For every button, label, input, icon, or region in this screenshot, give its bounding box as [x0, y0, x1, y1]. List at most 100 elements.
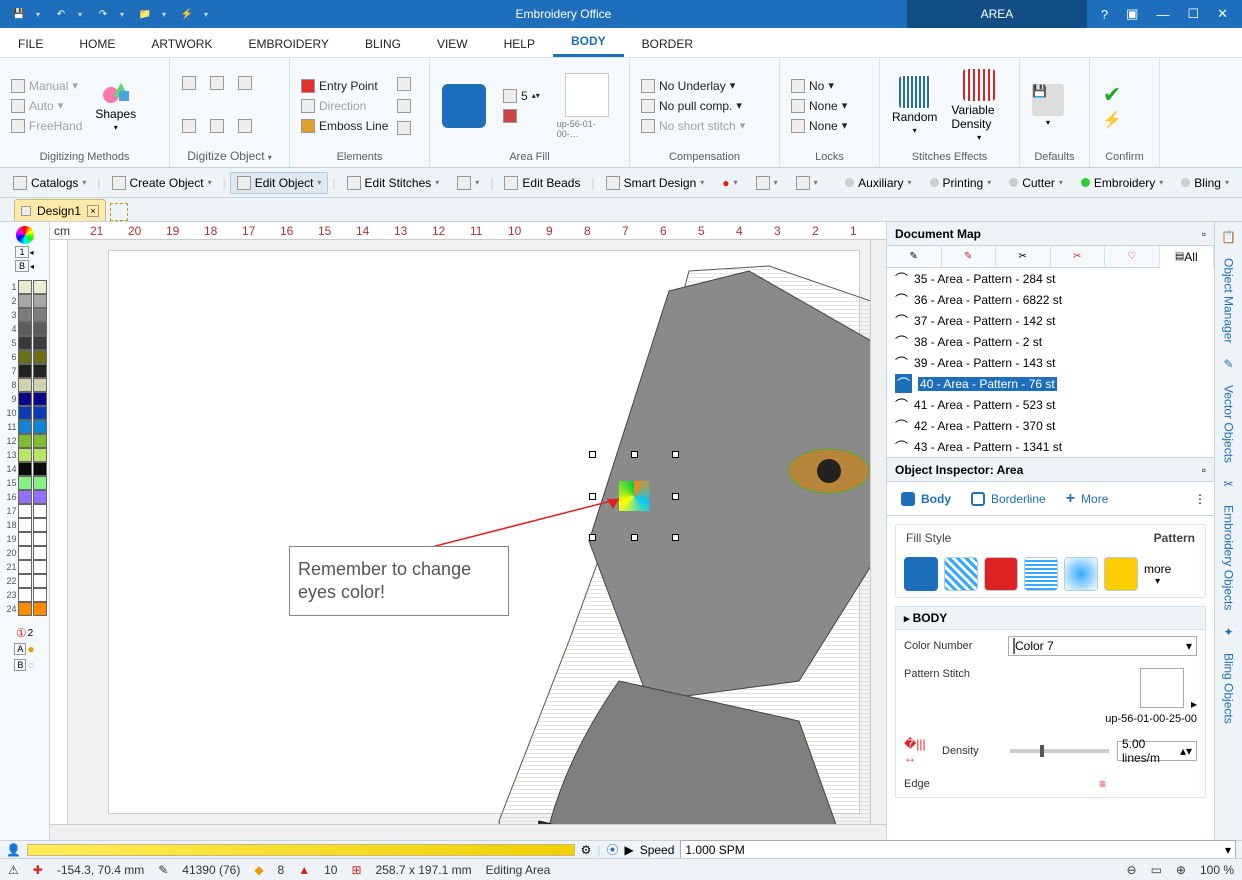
swatch[interactable]	[18, 322, 32, 336]
zoom-in-icon[interactable]: ⊕	[1176, 863, 1186, 877]
inspector-tab-borderline[interactable]: Borderline	[965, 488, 1052, 510]
swatch[interactable]	[18, 350, 32, 364]
new-tab-icon[interactable]	[110, 203, 128, 221]
filter-pencil-icon[interactable]: ✎	[887, 246, 942, 267]
edit-stitches-button[interactable]: Edit Stitches▾	[340, 172, 447, 194]
selection-handles[interactable]	[589, 451, 679, 541]
no-short[interactable]: No short stitch ▾	[638, 118, 748, 134]
docmap-row[interactable]: ⌒43 - Area - Pattern - 1341 st	[887, 436, 1214, 457]
filter-scissors-icon[interactable]: ✂	[996, 246, 1051, 267]
docmap-row[interactable]: ⌒35 - Area - Pattern - 284 st	[887, 268, 1214, 289]
swatch[interactable]	[18, 518, 32, 532]
swatch[interactable]	[18, 462, 32, 476]
swatch[interactable]	[18, 560, 32, 574]
fill-preview-icon[interactable]	[442, 84, 486, 128]
menu-home[interactable]: HOME	[61, 31, 133, 57]
object-manager-tab[interactable]: 📋	[1221, 230, 1236, 244]
entry-point[interactable]: Entry Point	[298, 78, 381, 94]
density-value[interactable]: 5.00 lines/m▴▾	[1117, 741, 1197, 761]
no-pull[interactable]: No pull comp. ▾	[638, 98, 745, 114]
timeline-track[interactable]	[27, 844, 575, 856]
annotation-note[interactable]: Remember to change eyes color!	[289, 546, 509, 616]
swatch[interactable]	[18, 490, 32, 504]
digitize-auto[interactable]: Auto ▾	[8, 98, 66, 114]
docmap-row[interactable]: ⌒40 - Area - Pattern - 76 st	[887, 373, 1214, 394]
close-icon[interactable]: ✕	[1217, 6, 1228, 22]
inspector-tab-more[interactable]: +More	[1060, 486, 1115, 512]
menu-view[interactable]: VIEW	[419, 31, 486, 57]
docmap-row[interactable]: ⌒36 - Area - Pattern - 6822 st	[887, 289, 1214, 310]
swatch[interactable]	[18, 294, 32, 308]
digitize-freehand[interactable]: FreeHand	[8, 118, 85, 134]
swatch[interactable]	[18, 392, 32, 406]
auxiliary-toggle[interactable]: Auxiliary▾	[838, 172, 918, 194]
color-wheel-icon[interactable]	[16, 226, 34, 244]
restore-window-icon[interactable]: ▣	[1126, 6, 1138, 22]
maximize-icon[interactable]: ☐	[1187, 6, 1199, 22]
play-icon[interactable]: ▶	[624, 843, 633, 857]
no-underlay[interactable]: No Underlay ▾	[638, 78, 738, 94]
docmap-row[interactable]: ⌒39 - Area - Pattern - 143 st	[887, 352, 1214, 373]
help-icon[interactable]: ?	[1101, 7, 1108, 22]
kebab-icon[interactable]: ⋮	[1194, 492, 1206, 506]
docmap-row[interactable]: ⌒38 - Area - Pattern - 2 st	[887, 331, 1214, 352]
spin-value[interactable]: 5 ▴▾	[500, 88, 543, 104]
scrollbar-v[interactable]	[870, 240, 886, 824]
menu-border[interactable]: BORDER	[624, 31, 711, 57]
embroidery-toggle[interactable]: Embroidery▾	[1074, 172, 1170, 194]
menu-file[interactable]: FILE	[0, 31, 61, 57]
filter-all-tab[interactable]: ▤ All	[1160, 246, 1215, 268]
bling-objects-tab[interactable]: ✦	[1223, 625, 1233, 639]
bling-toggle[interactable]: Bling▾	[1174, 172, 1236, 194]
shapes-button[interactable]: Shapes▾	[91, 79, 140, 132]
swatch[interactable]	[18, 378, 32, 392]
swatch[interactable]	[18, 448, 32, 462]
inspector-tab-body[interactable]: Body	[895, 488, 957, 510]
menu-body[interactable]: BODY	[553, 28, 624, 57]
panel-undock-icon[interactable]: ▫	[1202, 227, 1206, 241]
swatch[interactable]	[18, 420, 32, 434]
zoom-out-icon[interactable]: ⊖	[1127, 863, 1137, 877]
menu-embroidery[interactable]: EMBROIDERY	[230, 31, 346, 57]
pattern-preview[interactable]	[1140, 668, 1184, 708]
edit-beads-button[interactable]: Edit Beads	[497, 172, 587, 194]
color-number-select[interactable]: Color 7▾	[1008, 636, 1197, 656]
swatch[interactable]	[18, 476, 32, 490]
cutter-toggle[interactable]: Cutter▾	[1002, 172, 1070, 194]
warning-icon[interactable]: ⚠	[8, 863, 19, 877]
variable-density-button[interactable]: Variable Density▾	[947, 69, 1011, 142]
document-tab[interactable]: Design1 ×	[14, 199, 106, 221]
create-object-button[interactable]: Create Object▾	[105, 172, 219, 194]
swatch[interactable]	[18, 434, 32, 448]
edit-object-button[interactable]: Edit Object▾	[230, 172, 329, 194]
smart-design-button[interactable]: Smart Design▾	[599, 172, 712, 194]
swatch[interactable]	[18, 574, 32, 588]
docmap-row[interactable]: ⌒41 - Area - Pattern - 523 st	[887, 394, 1214, 415]
fill-pattern-opt[interactable]	[904, 557, 938, 591]
defaults-button[interactable]: 💾▾	[1028, 84, 1068, 127]
undo-icon[interactable]: ↶	[50, 5, 72, 23]
edge-icon[interactable]: ≡	[1008, 777, 1197, 791]
swatch[interactable]	[18, 546, 32, 560]
direction[interactable]: Direction	[298, 98, 369, 114]
action-icon[interactable]: ⚡	[176, 5, 198, 23]
folder-icon[interactable]: 📁	[134, 5, 156, 23]
swatch[interactable]	[18, 280, 32, 294]
docmap-row[interactable]: ⌒37 - Area - Pattern - 142 st	[887, 310, 1214, 331]
canvas[interactable]: Remember to change eyes color!	[68, 240, 870, 824]
speed-value[interactable]: 1.000 SPM▾	[680, 840, 1236, 860]
redo-icon[interactable]: ↷	[92, 5, 114, 23]
close-tab-icon[interactable]: ×	[87, 205, 99, 217]
tool-icon[interactable]	[182, 76, 196, 90]
settings-icon[interactable]: ⚙	[581, 843, 592, 857]
swatch[interactable]	[18, 504, 32, 518]
save-icon[interactable]: 💾	[8, 5, 30, 23]
swatch[interactable]	[18, 336, 32, 350]
swatch[interactable]	[18, 588, 32, 602]
scrollbar-h[interactable]	[50, 824, 886, 840]
minimize-icon[interactable]: —	[1156, 7, 1169, 22]
swatch[interactable]	[18, 532, 32, 546]
zoom-fit-icon[interactable]: ▭	[1151, 863, 1162, 877]
emboss-line[interactable]: Emboss Line	[298, 118, 391, 134]
random-button[interactable]: Random▾	[888, 76, 941, 135]
